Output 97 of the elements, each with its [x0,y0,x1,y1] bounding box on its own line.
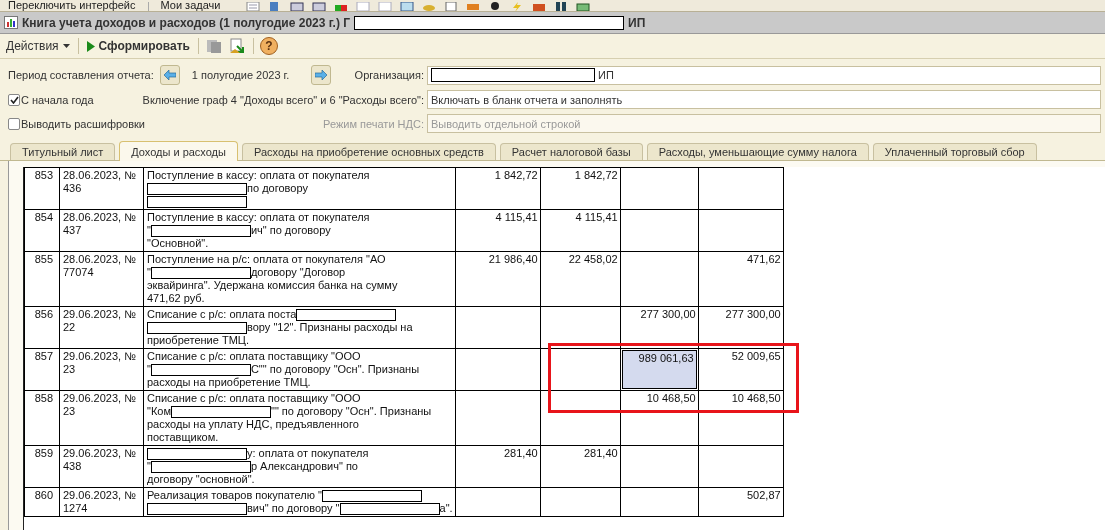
cell-text: ич" по договору [250,224,331,237]
table-cell: 10 468,50 [698,390,784,446]
table-cell: 4 115,41 [455,209,541,252]
field-label: Период составления отчета: [8,69,154,81]
caret-icon [62,44,70,48]
checkbox[interactable] [8,93,20,106]
cell-text: а". [439,502,453,515]
table-cell: 4 115,41 [540,209,621,252]
toolbar-button[interactable]: Переключить интерфейс [2,0,142,11]
table-cell: 1 842,72 [455,167,541,210]
cell-text: Реализация товаров покупателю " [147,489,322,502]
field-label: Режим печати НДС: [323,117,424,130]
cell-text: Списание с р/с: оплата поставщику "ООО [147,392,361,405]
documents-icon[interactable] [205,38,223,54]
cell-text: у: оплата от покупателя [247,447,369,460]
table-cell: 29.06.2023, № 1274 [59,487,144,517]
play-icon [86,40,95,52]
table-cell: 22 458,02 [540,251,621,307]
table-cell: 858 [24,390,60,446]
table-cell: 471,62 [698,251,784,307]
tab[interactable]: Расходы на приобретение основных средств [241,143,496,160]
cell-text: вич" по договору " [247,502,340,515]
checkbox[interactable] [8,117,20,130]
cell-text: " [147,363,151,376]
checkbox-label: С начала года [21,93,94,106]
document-icon[interactable] [246,2,261,11]
right-arrow-icon [315,70,328,80]
table-cell: 1 842,72 [540,167,621,210]
cell-text: расходы на приобретение ТМЦ. [147,376,311,389]
tab[interactable]: Доходы и расходы [119,141,238,161]
cell-text: " [147,460,151,473]
tab[interactable]: Расходы, уменьшающие сумму налога [646,143,869,160]
cell-text: приобретение ТМЦ. [147,334,249,347]
previous-period-button[interactable] [159,65,180,85]
cell-text: "Основной". [147,237,209,250]
cell-text: р Александрович" по [250,460,358,473]
checkbox-label: Выводить расшифровки [21,117,146,130]
tab[interactable]: Расчет налоговой базы [499,143,643,160]
cell-text: по договору [247,182,308,195]
toolbar-button[interactable]: Мои задачи [154,0,227,11]
cell-text: эквайринга". Удержана комиссия банка на сумму [147,279,398,292]
check-icon [9,95,19,104]
field-label: Включение граф 4 "Доходы всего" и 6 "Расходы всего": [142,93,424,106]
table-cell: 853 [24,167,60,210]
table-cell: 855 [24,251,60,307]
cell-text: Поступление на р/с: оплата от покупателя "АО [147,253,386,266]
cell-text: договору "основной". [147,473,255,486]
tab[interactable]: Титульный лист [10,143,116,160]
table-cell: 28.06.2023, № 436 [59,167,144,210]
cell-text: договору "Договор [250,266,346,279]
table-cell: 21 986,40 [455,251,541,307]
table-cell: 29.06.2023, № 23 [59,348,144,391]
window-title: Книга учета доходов и расходов (1 полугодие 2023 г.) Г [22,15,350,30]
cell-text: Списание с р/с: оплата поставщику "ООО [147,350,361,363]
table-cell: 10 468,50 [620,390,699,446]
table-cell: 857 [24,348,60,391]
next-period-button[interactable] [311,65,332,85]
table-cell: 502,87 [698,487,784,517]
table-cell: 277 300,00 [698,306,784,349]
table-cell: 52 009,65 [698,348,784,391]
cell-text: вору "12". Признаны расходы на [247,321,413,334]
cell-text: "" по договору "Осн". Признаны [271,405,432,418]
field-label: Организация: [354,69,424,81]
window-title: ИП [628,15,646,30]
cell-text: Поступление в кассу: оплата от покупателя [147,169,370,182]
table-cell: 28.06.2023, № 437 [59,209,144,252]
left-arrow-icon [163,70,176,80]
table-cell: 281,40 [540,445,621,488]
cell-text: расходы на уплату НДС, предъявленного [147,418,359,431]
table-cell: 856 [24,306,60,349]
table-cell: 860 [24,487,60,517]
table-cell: 859 [24,445,60,488]
table-cell: 29.06.2023, № 23 [59,390,144,446]
table-cell: 281,40 [455,445,541,488]
organization-field[interactable]: ИП [427,65,1101,85]
cell-text: " [147,266,151,279]
table-cell: 29.06.2023, № 22 [59,306,144,349]
actions-menu[interactable]: Действия [4,37,72,55]
period-value: 1 полугодие 2023 г. [191,69,290,81]
generate-button[interactable]: Сформировать [84,37,192,55]
cell-text: " [147,224,151,237]
table-cell: 29.06.2023, № 438 [59,445,144,488]
shapes-icon[interactable] [334,2,349,11]
tab[interactable]: Уплаченный торговый сбор [872,143,1037,160]
table-cell: 854 [24,209,60,252]
cell-text: поставщиком. [147,431,219,444]
include-field[interactable]: Включать в бланк отчета и заполнять [427,90,1101,109]
table-cell: 28.06.2023, № 77074 [59,251,144,307]
help-button[interactable]: ? [260,37,278,55]
cell-text: "Ком [147,405,171,418]
cell-text: С"" по договору "Осн". Признаны [250,363,420,376]
export-icon[interactable] [229,38,247,54]
chart-icon [4,16,18,29]
cell-text: Списание с р/с: оплата поста [147,308,297,321]
cell-text: Поступление в кассу: оплата от покупателя [147,211,370,224]
selected-cell: 989 061,63 [620,348,699,391]
cell-text: 471,62 руб. [147,292,205,305]
